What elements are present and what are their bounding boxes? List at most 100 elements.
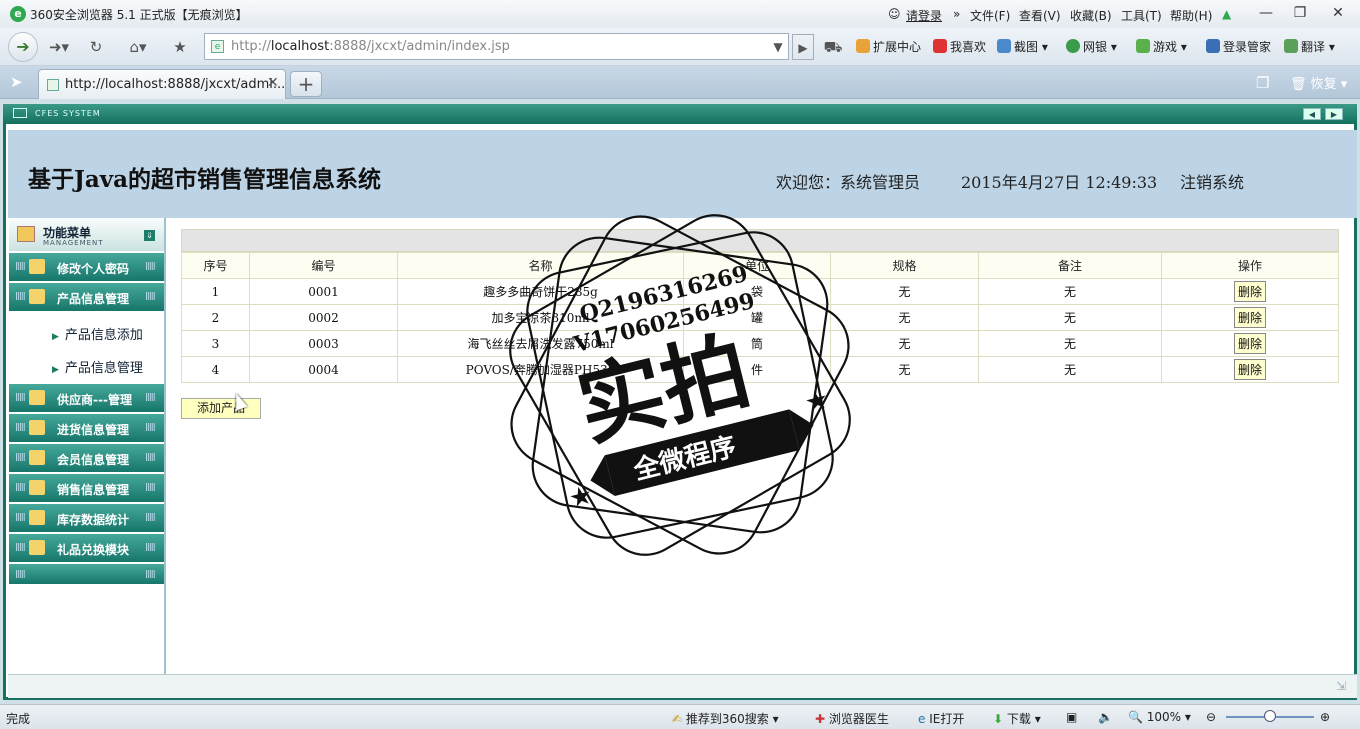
address-bar[interactable]: e http://localhost:8888/jxcxt/admin/inde…: [204, 33, 789, 60]
tool-games[interactable]: 游戏 ▾: [1136, 38, 1187, 55]
tool-extensions[interactable]: 扩展中心: [856, 38, 921, 55]
menu-item-icon: [29, 510, 45, 525]
cell-code: 0004: [249, 356, 398, 383]
volume-icon[interactable]: 🔈: [1098, 710, 1113, 724]
menu-favorites[interactable]: 收藏(B): [1070, 7, 1112, 24]
menu-file[interactable]: 文件(F): [970, 7, 1010, 24]
star-icon[interactable]: ★: [166, 34, 194, 60]
tab-bar: ➤ http://localhost:8888/jxcxt/admi... ✕ …: [0, 66, 1360, 99]
menu-help[interactable]: 帮助(H): [1170, 7, 1212, 24]
restore-tabs-button[interactable]: 🗑 恢复 ▾: [1290, 73, 1347, 92]
delete-button[interactable]: 删除: [1233, 281, 1266, 302]
menu-item-icon: [29, 540, 45, 555]
datetime-text: 2015年4月27日 12:49:33: [961, 173, 1158, 192]
menu-view[interactable]: 查看(V): [1019, 7, 1061, 24]
back-button[interactable]: ➔: [8, 32, 38, 62]
sidebar-item-inventory[interactable]: ||||| 库存数据统计 |||||: [9, 504, 164, 532]
cell-code: 0003: [249, 330, 398, 357]
close-window-button[interactable]: ✕: [1323, 3, 1353, 23]
collapse-chevron-icon[interactable]: ⇓: [144, 230, 155, 241]
go-button[interactable]: ▶: [792, 34, 814, 60]
delete-button[interactable]: 删除: [1233, 307, 1266, 328]
menu-item-icon: [29, 450, 45, 465]
system-label: CFES SYSTEM: [35, 109, 101, 118]
watermark-stamp: Q2196316269 V17060256499 实拍 全微程序 ★ ★: [509, 214, 851, 556]
tab-current[interactable]: http://localhost:8888/jxcxt/admi... ✕: [38, 69, 286, 99]
logout-link[interactable]: 注销系统: [1180, 169, 1244, 193]
sidebar-item-gift[interactable]: ||||| 礼品兑换模块 |||||: [9, 534, 164, 562]
zoom-slider-knob[interactable]: [1264, 710, 1276, 722]
status-browser-doctor[interactable]: ✚ 浏览器医生: [815, 710, 889, 727]
status-ie-open[interactable]: e IE打开: [918, 710, 964, 727]
delete-button[interactable]: 删除: [1233, 333, 1266, 354]
browser-logo-icon: e: [10, 6, 26, 22]
address-text[interactable]: http://localhost:8888/jxcxt/admin/index.…: [231, 39, 510, 54]
delete-button[interactable]: 删除: [1233, 359, 1266, 380]
tool-screenshot[interactable]: 截图 ▾: [997, 38, 1048, 55]
page-favicon-icon: e: [211, 40, 224, 53]
address-dropdown-icon[interactable]: ▼: [768, 34, 788, 60]
status-recommend[interactable]: ✍ 推荐到360搜索 ▾: [672, 710, 779, 727]
col-header-code: 编号: [249, 252, 398, 279]
sidebar-item-member[interactable]: ||||| 会员信息管理 |||||: [9, 444, 164, 472]
sidebar-sub-product-manage[interactable]: ▶ 产品信息管理: [52, 357, 143, 376]
tool-login-manager[interactable]: 登录管家: [1206, 38, 1271, 55]
menu-subtitle: MANAGEMENT: [43, 239, 104, 247]
menu-header-icon: [17, 226, 35, 242]
resize-grip-icon[interactable]: ⇲: [1336, 679, 1346, 693]
star-icon: ★: [566, 480, 596, 515]
scroll-right-button[interactable]: ▶: [1325, 108, 1343, 120]
tool-like[interactable]: 我喜欢: [933, 38, 986, 55]
cell-index: 4: [181, 356, 250, 383]
minimize-button[interactable]: —: [1251, 3, 1281, 23]
app-title: 基于Java的超市销售管理信息系统: [28, 166, 382, 193]
sidebar-item-sales[interactable]: ||||| 销售信息管理 |||||: [9, 474, 164, 502]
star-icon: ★: [802, 384, 832, 419]
refresh-icon[interactable]: ↻: [82, 34, 110, 60]
sidebar-toggle-icon[interactable]: ➤: [10, 73, 23, 91]
window-tiles-icon[interactable]: ❐: [1256, 74, 1269, 92]
cell-note: 无: [978, 356, 1162, 383]
shirt-icon[interactable]: ▲: [1222, 7, 1231, 21]
sidebar-sub-product-add[interactable]: ▶ 产品信息添加: [52, 324, 143, 343]
login-link[interactable]: 请登录: [906, 7, 942, 24]
cell-index: 1: [181, 278, 250, 305]
window-icon[interactable]: ▣: [1066, 710, 1077, 724]
cell-code: 0002: [249, 304, 398, 331]
cell-index: 2: [181, 304, 250, 331]
system-bar: CFES SYSTEM ◀ ▶: [3, 104, 1357, 124]
sidebar-footer: ||||| |||||: [9, 564, 164, 584]
double-chevron-icon: »: [953, 7, 961, 21]
status-text: 完成: [6, 712, 31, 726]
sidebar-item-product-management[interactable]: ||||| 产品信息管理 |||||: [9, 283, 164, 311]
restore-window-button[interactable]: ❐: [1285, 3, 1315, 23]
status-bar: 完成 ✍ 推荐到360搜索 ▾ ✚ 浏览器医生 e IE打开 ⬇ 下载 ▾ ▣ …: [0, 704, 1360, 729]
tab-favicon-icon: [47, 79, 59, 91]
col-header-index: 序号: [181, 252, 250, 279]
scroll-left-button[interactable]: ◀: [1303, 108, 1321, 120]
menu-tools[interactable]: 工具(T): [1121, 7, 1162, 24]
zoom-control[interactable]: 🔍 100% ▾: [1128, 710, 1191, 724]
tab-close-icon[interactable]: ✕: [267, 75, 279, 91]
new-tab-button[interactable]: +: [290, 71, 322, 97]
app-footer: ⇲: [8, 674, 1357, 698]
sidebar-item-supplier[interactable]: ||||| 供应商---管理 |||||: [9, 384, 164, 412]
add-product-button[interactable]: 添加产品: [181, 398, 261, 419]
forward-button[interactable]: ➜▾: [44, 34, 74, 60]
sidebar-item-purchase[interactable]: ||||| 进货信息管理 |||||: [9, 414, 164, 442]
tool-ebank[interactable]: 网银 ▾: [1066, 38, 1117, 55]
zoom-in-icon[interactable]: ⊕: [1320, 710, 1330, 724]
sidebar-item-change-password[interactable]: ||||| 修改个人密码 |||||: [9, 253, 164, 281]
navigation-bar: ➔ ➜▾ ↻ ⌂▾ ★ e http://localhost:8888/jxcx…: [0, 28, 1360, 66]
browser-title-bar: e 360安全浏览器 5.1 正式版【无痕浏览】 ☺ 请登录 » 文件(F) 查…: [0, 0, 1360, 28]
home-icon[interactable]: ⌂▾: [118, 34, 158, 60]
zoom-out-icon[interactable]: ⊖: [1206, 710, 1216, 724]
status-download[interactable]: ⬇ 下载 ▾: [993, 710, 1041, 727]
shield-icon[interactable]: ⛟: [820, 34, 846, 60]
tool-translate[interactable]: 翻译 ▾: [1284, 38, 1335, 55]
cell-note: 无: [978, 304, 1162, 331]
menu-header: 功能菜单 MANAGEMENT ⇓: [9, 219, 164, 251]
menu-item-icon: [29, 480, 45, 495]
user-icon[interactable]: ☺: [888, 7, 901, 21]
menu-item-icon: [29, 420, 45, 435]
